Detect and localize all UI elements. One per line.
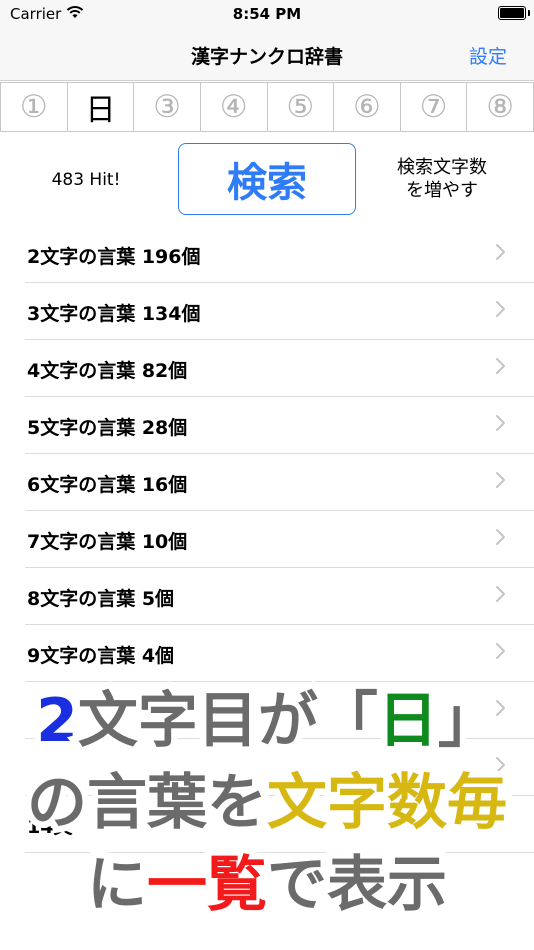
navigation-bar: 漢字ナンクロ辞書 設定 xyxy=(0,30,534,81)
list-item[interactable]: 5文字の言葉 28個 xyxy=(25,397,534,454)
chevron-right-icon xyxy=(495,642,506,660)
increase-chars-label-line1: 検索文字数 xyxy=(397,157,487,178)
result-list: 2文字の言葉 196個 3文字の言葉 134個 4文字の言葉 82個 5文字の言… xyxy=(0,226,534,853)
char-tab-7[interactable]: ⑦ xyxy=(399,82,468,132)
list-item-label: 2文字の言葉 196個 xyxy=(27,246,201,268)
search-button[interactable]: 検索 xyxy=(178,143,356,215)
chevron-right-icon xyxy=(495,414,506,432)
increase-chars-label-line2: を増やす xyxy=(406,180,478,201)
list-item[interactable]: 9文字の言葉 4個 xyxy=(25,625,534,682)
hit-count: 483 Hit! xyxy=(51,170,121,190)
list-item-label: 14文 xyxy=(27,816,73,838)
list-item[interactable]: 6文字の言葉 16個 xyxy=(25,454,534,511)
list-item[interactable]: 14文 xyxy=(25,796,534,853)
list-item[interactable]: 7文字の言葉 10個 xyxy=(25,511,534,568)
char-tab-8[interactable]: ⑧ xyxy=(466,82,534,132)
chevron-right-icon xyxy=(495,756,506,774)
battery-icon xyxy=(498,6,526,20)
chevron-right-icon xyxy=(495,528,506,546)
char-tab-3[interactable]: ③ xyxy=(133,82,201,132)
increase-chars-button[interactable]: 検索文字数 を増やす xyxy=(380,156,504,202)
chevron-right-icon xyxy=(495,357,506,375)
clock: 8:54 PM xyxy=(232,5,302,23)
character-position-tabs: ① 日 ③ ④ ⑤ ⑥ ⑦ ⑧ xyxy=(0,82,534,132)
char-tab-6[interactable]: ⑥ xyxy=(333,82,401,132)
list-item[interactable]: 3文字の言葉 134個 xyxy=(25,283,534,340)
list-item[interactable] xyxy=(25,739,534,796)
char-tab-1[interactable]: ① xyxy=(0,82,68,132)
chevron-right-icon xyxy=(495,813,506,831)
list-item-label: 9文字の言葉 4個 xyxy=(27,645,175,667)
list-item[interactable]: 4文字の言葉 82個 xyxy=(25,340,534,397)
page-title: 漢字ナンクロ辞書 xyxy=(190,46,343,68)
chevron-right-icon xyxy=(495,585,506,603)
caption-highlight-list: 一覧 xyxy=(141,844,274,927)
list-item-label: 8文字の言葉 5個 xyxy=(27,588,175,610)
battery-cap xyxy=(528,10,530,16)
caption-text: に xyxy=(81,844,154,927)
caption-text: で表示 xyxy=(261,844,454,927)
list-item-label: 3文字の言葉 134個 xyxy=(27,303,201,325)
char-tab-5[interactable]: ⑤ xyxy=(266,82,335,132)
list-item-label: 7文字の言葉 10個 xyxy=(27,531,188,553)
status-bar: Carrier 8:54 PM xyxy=(0,0,534,30)
char-tab-4[interactable]: ④ xyxy=(199,82,268,132)
settings-button[interactable]: 設定 xyxy=(469,42,507,69)
list-item[interactable] xyxy=(25,682,534,739)
chevron-right-icon xyxy=(495,243,506,261)
chevron-right-icon xyxy=(495,471,506,489)
list-item-label: 6文字の言葉 16個 xyxy=(27,474,188,496)
list-item[interactable]: 8文字の言葉 5個 xyxy=(25,568,534,625)
list-item-label: 5文字の言葉 28個 xyxy=(27,417,188,439)
char-tab-2[interactable]: 日 xyxy=(66,82,135,132)
list-item[interactable]: 2文字の言葉 196個 xyxy=(25,226,534,283)
chevron-right-icon xyxy=(495,699,506,717)
list-item-label: 4文字の言葉 82個 xyxy=(27,360,188,382)
chevron-right-icon xyxy=(495,300,506,318)
